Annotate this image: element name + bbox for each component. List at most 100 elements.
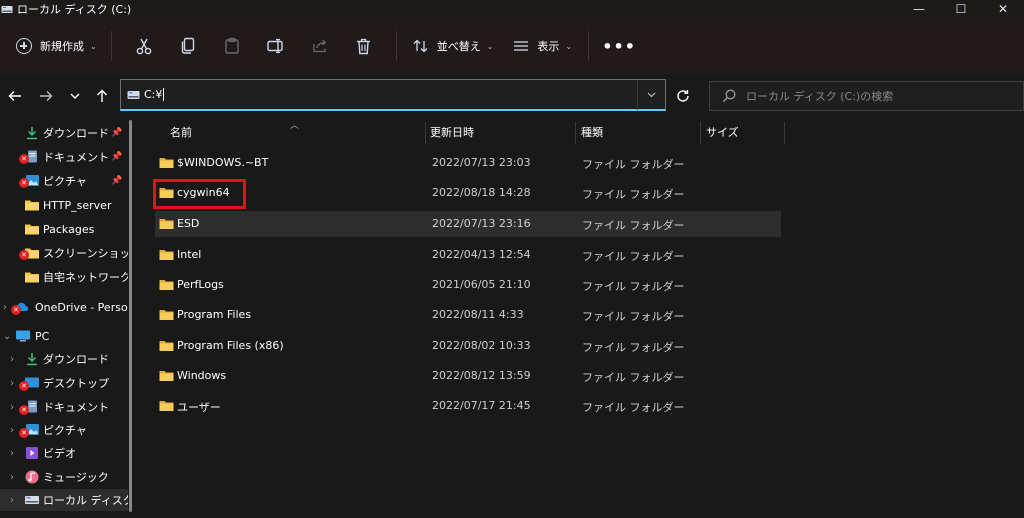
view-button[interactable]: 表示 ⌄ <box>507 31 578 61</box>
column-divider[interactable] <box>700 122 701 144</box>
table-row[interactable]: Windows 2022/08/12 13:59 ファイル フォルダー <box>155 363 781 389</box>
sidebar-item-screenshots[interactable]: ✕ スクリーンショット <box>0 242 128 264</box>
sidebar-item-pc-desktop[interactable]: › ✕ デスクトップ <box>0 372 128 394</box>
column-divider[interactable] <box>575 122 576 144</box>
sidebar-item-local-disk[interactable]: › ローカル ディスク (C <box>0 489 128 511</box>
new-button[interactable]: 新規作成 ⌄ <box>12 31 101 61</box>
maximize-button[interactable]: ☐ <box>940 0 982 18</box>
search-placeholder: ローカル ディスク (C:)の検索 <box>746 90 894 103</box>
column-header-size[interactable]: サイズ <box>706 118 739 146</box>
video-icon <box>26 447 38 459</box>
address-bar[interactable]: C:¥ <box>120 79 666 111</box>
table-row[interactable]: Program Files (x86) 2022/08/02 10:33 ファイ… <box>155 333 781 359</box>
sidebar-item-documents[interactable]: ✕ ドキュメント 📌 <box>0 146 128 168</box>
sidebar-item-http-server[interactable]: HTTP_server <box>0 194 128 216</box>
cut-icon <box>136 38 152 55</box>
window-title: ローカル ディスク (C:) <box>17 3 132 16</box>
sort-button-label: 並べ替え <box>436 40 481 53</box>
copy-button[interactable] <box>166 30 210 62</box>
paste-button[interactable] <box>210 30 254 62</box>
table-row[interactable]: Program Files 2022/08/11 4:33 ファイル フォルダー <box>155 302 781 328</box>
chevron-right-icon[interactable]: › <box>10 495 20 506</box>
chevron-down-icon <box>70 93 80 99</box>
sort-icon <box>413 39 428 53</box>
search-box[interactable]: ローカル ディスク (C:)の検索 <box>709 81 1024 111</box>
table-row[interactable]: $WINDOWS.~BT 2022/07/13 23:03 ファイル フォルダー <box>155 150 781 176</box>
sort-button[interactable]: 並べ替え ⌄ <box>407 31 500 61</box>
download-icon <box>27 353 37 366</box>
delete-button[interactable] <box>342 30 386 62</box>
window-controls: — ☐ ✕ <box>898 0 1024 18</box>
monitor-icon <box>16 330 30 342</box>
file-modified: 2022/08/02 10:33 <box>432 339 531 352</box>
more-options-button[interactable]: ••• <box>599 37 639 56</box>
forward-button[interactable] <box>33 84 59 108</box>
cut-button[interactable] <box>122 30 166 62</box>
column-divider[interactable] <box>425 122 426 144</box>
arrow-up-icon <box>97 89 107 102</box>
drive-icon <box>1 5 13 13</box>
pin-icon[interactable]: 📌 <box>111 176 122 186</box>
sidebar-item-label: 自宅ネットワーク <box>43 271 128 284</box>
sidebar-item-pc-downloads[interactable]: › ダウンロード <box>0 348 128 370</box>
up-button[interactable] <box>89 84 115 108</box>
chevron-right-icon[interactable]: › <box>10 448 20 459</box>
close-button[interactable]: ✕ <box>982 0 1024 18</box>
sidebar-item-label: ローカル ディスク (C <box>43 494 128 507</box>
minimize-button[interactable]: — <box>898 0 940 18</box>
column-header-type[interactable]: 種類 <box>581 118 603 146</box>
file-type: ファイル フォルダー <box>582 219 685 232</box>
address-dropdown-button[interactable] <box>637 80 665 110</box>
scrollbar-thumb[interactable] <box>129 120 132 512</box>
share-button[interactable] <box>298 30 342 62</box>
error-badge-icon: ✕ <box>19 154 29 164</box>
folder-icon <box>25 200 39 211</box>
sidebar-item-pc-videos[interactable]: › ビデオ <box>0 442 128 464</box>
column-header-name[interactable]: 名前 <box>170 118 192 146</box>
chevron-down-icon: ⌄ <box>565 41 573 51</box>
refresh-button[interactable] <box>670 83 696 109</box>
sidebar-item-label: ミュージック <box>43 471 109 484</box>
recent-locations-button[interactable] <box>62 84 88 108</box>
table-row[interactable]: cygwin64 2022/08/18 14:28 ファイル フォルダー <box>155 180 781 206</box>
sidebar-item-home-network[interactable]: 自宅ネットワーク <box>0 266 128 288</box>
table-row[interactable]: PerfLogs 2021/06/05 21:10 ファイル フォルダー <box>155 272 781 298</box>
pin-icon[interactable]: 📌 <box>111 152 122 162</box>
share-icon <box>313 39 326 53</box>
sidebar-item-downloads[interactable]: ダウンロード 📌 <box>0 122 128 144</box>
text-caret <box>163 88 165 101</box>
toolbar-divider <box>588 31 590 61</box>
file-type: ファイル フォルダー <box>582 341 685 354</box>
back-button[interactable] <box>2 84 28 108</box>
column-divider[interactable] <box>784 122 785 144</box>
arrow-right-icon <box>40 91 53 101</box>
chevron-down-icon <box>647 92 656 98</box>
error-badge-icon: ✕ <box>11 305 21 315</box>
table-row[interactable]: Intel 2022/04/13 12:54 ファイル フォルダー <box>155 242 781 268</box>
sidebar-item-onedrive[interactable]: › ✕ OneDrive - Persor <box>0 296 128 318</box>
chevron-right-icon[interactable]: › <box>10 354 20 365</box>
file-modified: 2022/07/13 23:16 <box>432 217 531 230</box>
sidebar-item-label: ドキュメント <box>43 401 109 414</box>
column-header-modified[interactable]: 更新日時 <box>430 118 474 146</box>
error-badge-icon: ✕ <box>19 250 29 260</box>
table-row[interactable]: ユーザー 2022/07/17 21:45 ファイル フォルダー <box>155 393 781 419</box>
sidebar-item-pc-pictures[interactable]: › ✕ ピクチャ <box>0 419 128 441</box>
file-type: ファイル フォルダー <box>582 280 685 293</box>
sidebar-item-label: ドキュメント <box>43 151 109 164</box>
file-list: ︿ 名前 更新日時 種類 サイズ $WINDOWS.~BT 2022/07/13… <box>138 118 1024 518</box>
rename-button[interactable] <box>254 30 298 62</box>
sidebar-item-pc[interactable]: ⌄ PC <box>0 325 128 347</box>
sidebar-item-packages[interactable]: Packages <box>0 218 128 240</box>
table-row[interactable]: ESD 2022/07/13 23:16 ファイル フォルダー <box>155 211 781 237</box>
chevron-down-icon[interactable]: ⌄ <box>3 331 13 342</box>
pin-icon[interactable]: 📌 <box>111 128 122 138</box>
chevron-right-icon[interactable]: › <box>10 472 20 483</box>
command-bar: 新規作成 ⌄ 並べ替え ⌄ 表示 ⌄ ••• <box>0 18 1024 74</box>
sidebar-item-pictures[interactable]: ✕ ピクチャ 📌 <box>0 170 128 192</box>
sidebar-item-pc-music[interactable]: › ミュージック <box>0 466 128 488</box>
sidebar-item-pc-documents[interactable]: › ✕ ドキュメント <box>0 396 128 418</box>
sidebar-scrollbar[interactable] <box>128 118 134 518</box>
folder-icon <box>25 272 39 283</box>
file-modified: 2022/08/11 4:33 <box>432 308 524 321</box>
